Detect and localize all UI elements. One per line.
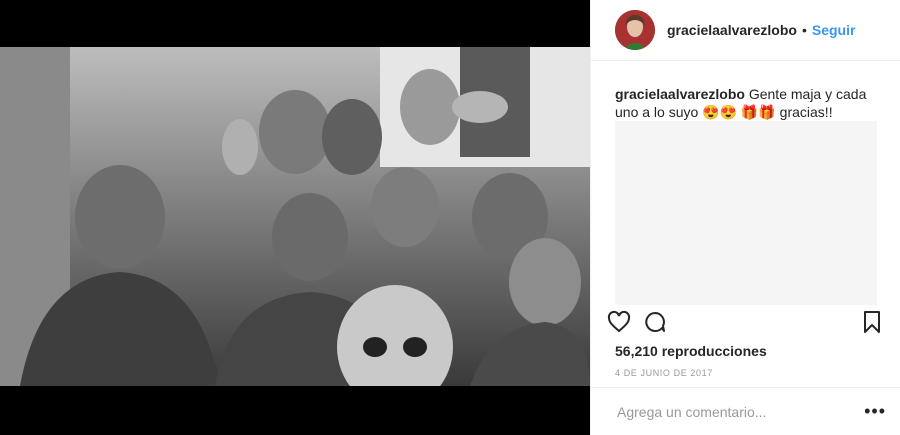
view-count[interactable]: 56,210 reproducciones [615, 343, 767, 359]
ellipsis-icon[interactable]: ••• [864, 401, 886, 422]
photo-illustration [0, 47, 590, 386]
avatar[interactable] [615, 10, 655, 50]
group-selfie-photo[interactable] [0, 47, 590, 386]
comment-icon[interactable] [641, 308, 669, 336]
instagram-post: gracielaalvarezlobo • Seguir gracielaalv… [0, 0, 900, 435]
post-media[interactable] [0, 0, 590, 435]
add-comment-section: ••• [591, 387, 900, 435]
comment-input[interactable] [615, 402, 865, 421]
username-link[interactable]: gracielaalvarezlobo [667, 22, 797, 38]
separator-dot: • [801, 22, 807, 38]
heart-icon[interactable] [605, 308, 633, 336]
avatar-image [615, 10, 655, 50]
caption-username[interactable]: gracielaalvarezlobo [615, 86, 745, 102]
post-sidebar: gracielaalvarezlobo • Seguir gracielaalv… [590, 0, 900, 435]
action-bar [605, 308, 886, 336]
post-header: gracielaalvarezlobo • Seguir [591, 0, 900, 61]
bookmark-icon[interactable] [858, 308, 886, 336]
follow-button[interactable]: Seguir [812, 22, 856, 38]
comments-area [615, 121, 877, 305]
caption: gracielaalvarezlobo Gente maja y cada un… [591, 61, 900, 121]
post-date[interactable]: 4 DE JUNIO DE 2017 [615, 368, 713, 378]
